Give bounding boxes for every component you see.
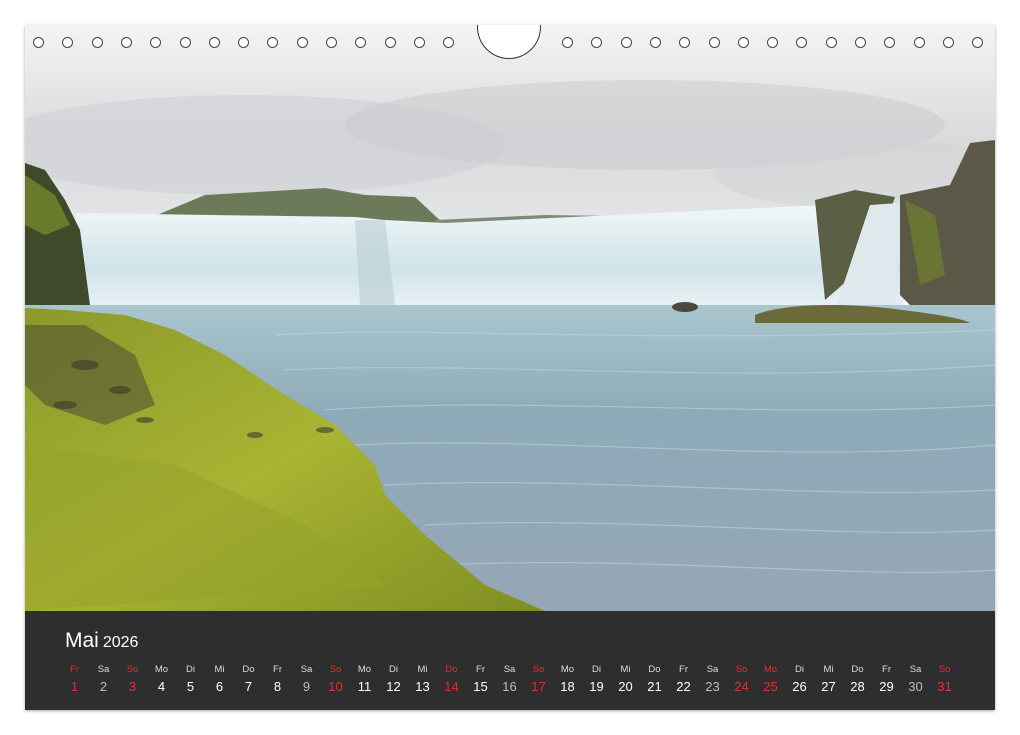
day-cell: Mo 4 [147, 663, 176, 697]
day-cell: Fr 15 [466, 663, 495, 697]
weekday-label: Mo [357, 664, 372, 675]
day-number: 26 [792, 679, 807, 694]
weekday-label: Di [795, 664, 804, 675]
weekday-label: Do [445, 664, 458, 675]
weekday-label: Di [592, 664, 601, 675]
day-number: 17 [531, 679, 546, 694]
weekday-label: So [329, 664, 342, 675]
day-cell: Mo 11 [350, 663, 379, 697]
weekday-label: Sa [909, 664, 922, 675]
day-cell: Fr 1 [60, 663, 89, 697]
weekday-label: Fr [679, 664, 688, 675]
day-cell: So 10 [321, 663, 350, 697]
day-cell: Di 26 [785, 663, 814, 697]
day-cell: Di 12 [379, 663, 408, 697]
day-number: 4 [157, 679, 166, 694]
day-number: 2 [99, 679, 108, 694]
day-number: 27 [821, 679, 836, 694]
weekday-label: Fr [882, 664, 891, 675]
day-cell: Sa 9 [292, 663, 321, 697]
day-cell: Mi 13 [408, 663, 437, 697]
weekday-label: Mi [823, 664, 834, 675]
weekday-label: Mi [620, 664, 631, 675]
day-cell: Mi 20 [611, 663, 640, 697]
day-cell: So 17 [524, 663, 553, 697]
calendar-bar: Mai 2026 Fr 1 Sa 2 So 3 Mo 4 Di 5 Mi 6 Do 7 Fr 8 Sa 9 So 10 M… [25, 611, 995, 710]
weekday-label: So [532, 664, 545, 675]
day-number: 18 [560, 679, 575, 694]
day-number: 14 [444, 679, 459, 694]
month-name: Mai [65, 629, 99, 652]
day-cell: Di 19 [582, 663, 611, 697]
day-number: 30 [908, 679, 923, 694]
day-number: 5 [186, 679, 195, 694]
day-cell: Mi 6 [205, 663, 234, 697]
weekday-label: Mo [560, 664, 575, 675]
day-number: 15 [473, 679, 488, 694]
weekday-label: Mo [154, 664, 169, 675]
day-cell: Do 14 [437, 663, 466, 697]
day-number: 28 [850, 679, 865, 694]
day-number: 9 [302, 679, 311, 694]
calendar-page: Mai 2026 Fr 1 Sa 2 So 3 Mo 4 Di 5 Mi 6 Do 7 Fr 8 Sa 9 So 10 M… [25, 25, 995, 710]
day-number: 22 [676, 679, 691, 694]
weekday-label: Do [648, 664, 661, 675]
weekday-label: Mo [763, 664, 778, 675]
weekday-label: Fr [70, 664, 79, 675]
day-cell: Fr 22 [669, 663, 698, 697]
day-cell: Do 7 [234, 663, 263, 697]
waterfall-photo [25, 25, 995, 611]
weekday-label: Do [242, 664, 255, 675]
day-number: 31 [937, 679, 952, 694]
day-cell: So 31 [930, 663, 959, 697]
day-number: 19 [589, 679, 604, 694]
weekday-label: Sa [300, 664, 313, 675]
day-number: 20 [618, 679, 633, 694]
day-cell: So 3 [118, 663, 147, 697]
day-number: 6 [215, 679, 224, 694]
weekday-label: Do [851, 664, 864, 675]
day-number: 24 [734, 679, 749, 694]
weekday-label: Sa [503, 664, 516, 675]
weekday-label: Mi [214, 664, 225, 675]
day-number: 10 [328, 679, 343, 694]
month-title: Mai 2026 [65, 629, 138, 653]
day-cell: Do 21 [640, 663, 669, 697]
day-cell: Mo 25 [756, 663, 785, 697]
day-cell: Sa 30 [901, 663, 930, 697]
day-cell: Fr 8 [263, 663, 292, 697]
day-cell: Sa 23 [698, 663, 727, 697]
day-cell: Do 28 [843, 663, 872, 697]
day-number: 29 [879, 679, 894, 694]
day-number: 7 [244, 679, 253, 694]
day-number: 11 [357, 679, 372, 694]
weekday-label: So [126, 664, 139, 675]
day-number: 21 [647, 679, 662, 694]
day-number: 25 [763, 679, 778, 694]
day-number: 1 [70, 679, 79, 694]
weekday-label: So [735, 664, 748, 675]
day-cell: So 24 [727, 663, 756, 697]
weekday-label: Mi [417, 664, 428, 675]
day-cell: Mo 18 [553, 663, 582, 697]
weekday-label: Di [186, 664, 195, 675]
weekday-label: So [938, 664, 951, 675]
weekday-label: Fr [273, 664, 282, 675]
day-number: 16 [502, 679, 517, 694]
day-cell: Di 5 [176, 663, 205, 697]
weekday-label: Di [389, 664, 398, 675]
weekday-label: Fr [476, 664, 485, 675]
weekday-label: Sa [97, 664, 110, 675]
day-number: 3 [128, 679, 137, 694]
day-cell: Sa 16 [495, 663, 524, 697]
day-cell: Sa 2 [89, 663, 118, 697]
day-cell: Fr 29 [872, 663, 901, 697]
day-cell: Mi 27 [814, 663, 843, 697]
day-number: 12 [386, 679, 401, 694]
day-number: 13 [415, 679, 430, 694]
year-label: 2026 [102, 634, 139, 651]
weekday-label: Sa [706, 664, 719, 675]
day-number: 23 [705, 679, 720, 694]
day-number: 8 [273, 679, 282, 694]
